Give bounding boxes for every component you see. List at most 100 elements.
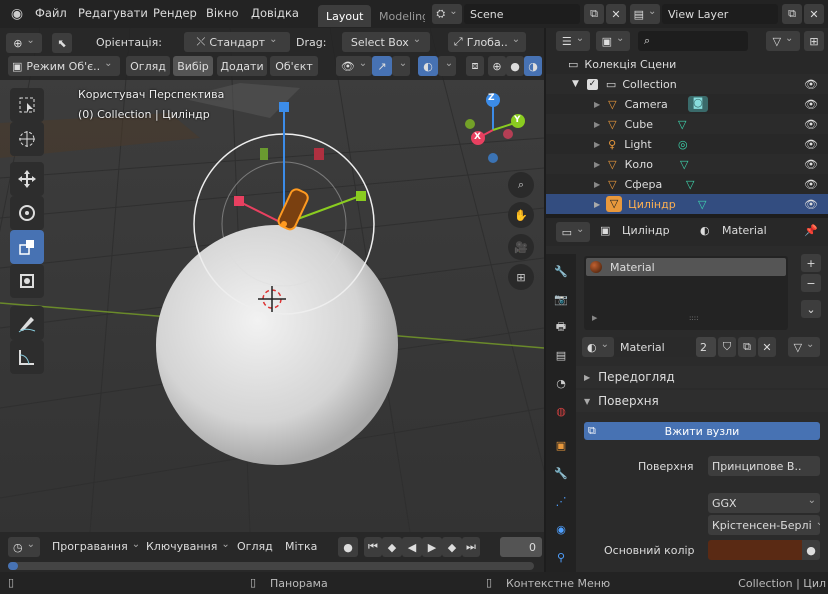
zoom-icon[interactable]: ⌕: [508, 172, 534, 198]
outliner-item-camera[interactable]: ▶ ▽ Camera ◙ 👁: [546, 94, 828, 114]
cursor-tool[interactable]: [10, 122, 44, 156]
select-menu[interactable]: Вибір: [173, 56, 213, 76]
constraints-tab-icon[interactable]: ⚲: [550, 546, 572, 568]
delete-scene-icon[interactable]: ✕: [606, 4, 626, 24]
new-scene-icon[interactable]: ⧉: [584, 4, 604, 24]
view-layer-selector-button[interactable]: ▤: [630, 4, 660, 24]
view-layer-tab-icon[interactable]: ▤: [550, 344, 572, 366]
light-data-icon[interactable]: ◎: [678, 138, 688, 151]
prev-keyframe-icon[interactable]: ◆: [382, 537, 402, 557]
scale-tool[interactable]: [10, 230, 44, 264]
scene-collection-row[interactable]: ▭ Колекція Сцени: [546, 54, 828, 74]
camera-data-icon[interactable]: ◙: [688, 96, 708, 112]
list-expand-icon[interactable]: ▶: [592, 314, 597, 322]
menu-file[interactable]: Файл: [35, 6, 67, 20]
editor-type-button[interactable]: ⊕: [6, 33, 42, 53]
link-data-button[interactable]: ▽: [788, 337, 820, 357]
outliner-item-light[interactable]: ▶ ♀ Light ◎ 👁: [546, 134, 828, 154]
measure-tool[interactable]: [10, 340, 44, 374]
z-scale-handle[interactable]: [279, 102, 289, 112]
playback-menu[interactable]: Програвання: [52, 540, 140, 553]
browse-material-button[interactable]: ◐: [582, 337, 614, 357]
list-resize-handle[interactable]: ::::: [689, 314, 698, 322]
display-mode-button[interactable]: ▣: [596, 31, 630, 51]
orientation-dropdown[interactable]: ⤬ Стандарт: [184, 32, 290, 52]
timeline-editor-type-button[interactable]: ◷: [8, 537, 40, 557]
remove-slot-icon[interactable]: −: [801, 274, 821, 292]
jump-start-icon[interactable]: ⏮: [364, 537, 382, 557]
collection-expand-icon[interactable]: ▼: [572, 79, 579, 89]
filter-button[interactable]: ▽: [766, 31, 800, 51]
outliner-item-cylinder[interactable]: ▶ ▽ Циліндр ▽ 👁: [546, 194, 828, 214]
menu-render[interactable]: Рендер: [153, 6, 197, 20]
playhead[interactable]: [8, 562, 18, 570]
play-reverse-icon[interactable]: ◀: [402, 537, 422, 557]
select-box-tool[interactable]: [10, 88, 44, 122]
particles-tab-icon[interactable]: ⋰: [550, 490, 572, 512]
3d-viewport[interactable]: ⊕ ⬉ Орієнтація: ⤬Стандарт Drag: Select B…: [0, 28, 544, 532]
fake-user-shield-icon[interactable]: ⛉: [718, 337, 736, 357]
navigation-gizmo[interactable]: Z X Y: [460, 88, 530, 168]
collection-row[interactable]: ▼ ✓ ▭ Collection 👁: [546, 74, 828, 94]
gizmo-toggle-icon[interactable]: ↗: [372, 56, 392, 76]
base-color-link-icon[interactable]: ●: [802, 540, 820, 560]
xray-icon[interactable]: ⧈: [466, 56, 484, 76]
outliner-item-circle[interactable]: ▶ ▽ Коло ▽ 👁: [546, 154, 828, 174]
delete-view-layer-icon[interactable]: ✕: [804, 4, 824, 24]
eye-icon[interactable]: 👁: [804, 178, 818, 191]
next-keyframe-icon[interactable]: ◆: [442, 537, 462, 557]
overlay-toggle-icon[interactable]: ◐: [418, 56, 438, 76]
outliner-search-input[interactable]: ⌕: [638, 31, 748, 51]
tool-tab-icon[interactable]: 🔧: [550, 260, 572, 282]
expand-icon[interactable]: ▶: [594, 200, 600, 209]
transform-mode-icon[interactable]: ⬉: [52, 33, 72, 53]
pan-hand-icon[interactable]: ✋: [508, 202, 534, 228]
outliner-editor-type-button[interactable]: ☰: [556, 31, 590, 51]
slot-menu-icon[interactable]: ⌄: [801, 300, 821, 318]
mesh-data-icon[interactable]: ▽: [686, 178, 694, 191]
eye-icon[interactable]: 👁: [804, 158, 818, 171]
new-view-layer-icon[interactable]: ⧉: [782, 4, 802, 24]
annotate-tool[interactable]: [10, 306, 44, 340]
base-color-swatch[interactable]: [708, 540, 802, 560]
y-scale-handle[interactable]: [356, 191, 366, 201]
view-layer-name-field[interactable]: View Layer: [662, 4, 778, 24]
collection-checkbox[interactable]: ✓: [586, 78, 598, 90]
timeline-scrubber[interactable]: [8, 562, 534, 570]
outliner-item-sphere[interactable]: ▶ ▽ Сфера ▽ 👁: [546, 174, 828, 194]
add-slot-icon[interactable]: +: [801, 254, 821, 272]
drag-dropdown[interactable]: Select Box: [342, 32, 430, 52]
modifier-tab-icon[interactable]: 🔧: [550, 462, 572, 484]
distribution-dropdown[interactable]: GGX: [708, 493, 820, 513]
tab-layout[interactable]: Layout: [318, 5, 372, 27]
eye-icon[interactable]: 👁: [804, 118, 818, 131]
mesh-data-icon[interactable]: ▽: [678, 118, 686, 131]
move-tool[interactable]: [10, 162, 44, 196]
output-tab-icon[interactable]: 🖶: [550, 316, 572, 338]
add-menu[interactable]: Додати: [217, 56, 267, 76]
jump-end-icon[interactable]: ⏭: [462, 537, 480, 557]
menu-edit[interactable]: Редагувати: [78, 6, 148, 20]
rotate-tool[interactable]: [10, 196, 44, 230]
object-tab-icon[interactable]: ▣: [550, 434, 572, 456]
current-frame-field[interactable]: 0: [500, 537, 542, 557]
surface-panel-header[interactable]: ▼ Поверхня: [576, 390, 828, 412]
menu-window[interactable]: Вікно: [206, 6, 239, 20]
surface-shader-dropdown[interactable]: Принципове В..: [708, 456, 820, 476]
preview-panel-header[interactable]: ▶ Передогляд: [576, 366, 828, 388]
material-name-field[interactable]: Material: [614, 337, 696, 357]
solid-shading-icon[interactable]: ●: [506, 56, 524, 76]
transform-tool[interactable]: [10, 264, 44, 298]
unlink-material-icon[interactable]: ✕: [758, 337, 776, 357]
mesh-data-icon[interactable]: ▽: [698, 198, 706, 211]
record-icon[interactable]: ●: [338, 537, 358, 557]
mesh-data-icon[interactable]: ▽: [680, 158, 688, 171]
play-icon[interactable]: ▶: [422, 537, 442, 557]
material-slot-list[interactable]: Material ▶ ::::: [584, 256, 788, 330]
scene-selector-button[interactable]: ⛭: [432, 4, 462, 24]
menu-help[interactable]: Довідка: [251, 6, 299, 20]
eye-icon[interactable]: 👁: [804, 198, 818, 211]
physics-tab-icon[interactable]: ◉: [550, 518, 572, 540]
eye-icon[interactable]: 👁: [804, 138, 818, 151]
marker-menu[interactable]: Мітка: [285, 540, 317, 553]
